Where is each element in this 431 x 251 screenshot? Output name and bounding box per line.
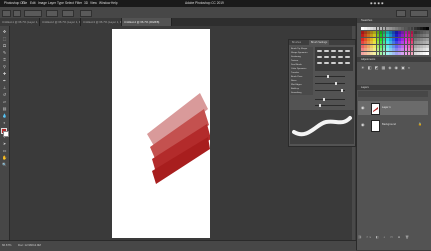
quick-select-tool-icon[interactable]: ✎ [2,50,7,55]
hand-tool-icon[interactable]: ✋ [2,155,7,160]
menu-3d[interactable]: 3D [84,1,88,5]
history-brush-tool-icon[interactable]: ↺ [2,92,7,97]
swatches-panel-header[interactable]: Swatches [357,18,431,23]
clone-stamp-tool-icon[interactable]: ⊥ [2,85,7,90]
layer-action-icons[interactable]: ⛓ fx ◧ ◐ ▭ ⊞ 🗑 [358,235,411,239]
opacity-field[interactable] [46,10,58,17]
eye-icon[interactable]: ◉ [361,122,365,127]
roundness-control[interactable] [315,89,353,92]
layers-footer: ⛓ fx ◧ ◐ ▭ ⊞ 🗑 [358,235,428,241]
layer-name[interactable]: Layer 1 [382,106,391,109]
menu-image[interactable]: Image [38,1,47,5]
crop-tool-icon[interactable]: ⌗ [2,57,7,62]
workspace-dropdown[interactable] [410,10,428,17]
eye-icon[interactable]: ◉ [361,105,365,110]
tab-document-1[interactable]: Untitled-1 @ 66.7% (Layer 1, RGB/8) [0,18,40,26]
layer-row-1[interactable]: ◉ Layer 1 [358,101,428,115]
app-title: Adobe Photoshop CC 2019 [185,1,224,5]
menu-help[interactable]: Help [111,1,118,5]
marquee-tool-icon[interactable]: ⬚ [2,36,7,41]
dodge-tool-icon[interactable]: ◐ [2,120,7,125]
path-select-tool-icon[interactable]: ➤ [2,141,7,146]
search-button[interactable] [396,10,406,17]
size-slider[interactable] [315,75,353,78]
eraser-tool-icon[interactable]: ▱ [2,99,7,104]
flow-field[interactable] [62,10,74,17]
adjustment-icons[interactable]: ☀ ◧ ◩ ▦ ◈ ◉ ▣ ◐ [361,65,427,73]
shape-tool-icon[interactable]: ▭ [2,148,7,153]
brush-panel-header: Brushes Brush Settings [289,40,355,45]
swatches-grid[interactable] [361,27,429,55]
adjustments-panel-header[interactable]: Adjustments [357,57,431,62]
tab-document-4[interactable]: Untitled-4 @ 66.7% (RGB/8) [122,18,172,26]
tab-brushes[interactable]: Brushes [290,40,303,45]
status-bar: 66.67% Doc: 12.9M/12.9M [0,240,356,251]
brush-settings-list: Brush Tip Shape Shape Dynamics Scatterin… [290,47,313,95]
menu-file[interactable]: File [22,1,27,5]
menu-window[interactable]: Window [99,1,110,5]
blur-tool-icon[interactable]: 💧 [2,113,7,118]
tools-panel: ✥ ⬚ ᗝ ✎ ⌗ ⚲ ✚ ✒ ⊥ ↺ ▱ ▤ 💧 ◐ ✑ T ➤ ▭ ✋ 🔍 [0,26,10,240]
eyedropper-tool-icon[interactable]: ⚲ [2,64,7,69]
menu-select[interactable]: Select [65,1,74,5]
layers-blend-row[interactable] [358,91,428,97]
tab-document-3[interactable]: Untitled-3 @ 66.7% (Layer 1, RGB/8) [81,18,122,26]
background-color-swatch[interactable] [3,131,9,137]
layers-panel-header[interactable]: Layers [357,85,431,90]
smoothing-field[interactable] [80,10,92,17]
layer-thumbnail [371,103,380,115]
move-tool-icon[interactable]: ✥ [2,29,7,34]
menu-view[interactable]: View [90,1,97,5]
hardness-slider[interactable] [315,98,353,101]
gradient-tool-icon[interactable]: ▤ [2,106,7,111]
layer-row-background[interactable]: ◉ Background 🔒 [358,118,428,132]
brush-tip-grid[interactable] [315,47,353,71]
doc-info: Doc: 12.9M/12.9M [18,243,41,247]
brush-preset-picker[interactable] [13,10,21,17]
document-tabs: Untitled-1 @ 66.7% (Layer 1, RGB/8) Unti… [0,18,356,26]
healing-tool-icon[interactable]: ✚ [2,71,7,76]
setting-smoothing[interactable]: Smoothing [291,91,312,95]
menu-bar: Photoshop CC File Edit Image Layer Type … [0,0,431,7]
lock-icon: 🔒 [418,122,422,126]
zoom-tool-icon[interactable]: 🔍 [2,162,7,167]
tool-preset-picker[interactable] [2,10,11,17]
brush-strokes [147,93,211,184]
layer-thumbnail [371,120,380,132]
menu-type[interactable]: Type [57,1,64,5]
brush-settings-panel: Brushes Brush Settings Brush Tip Shape S… [288,39,356,147]
menu-edit[interactable]: Edit [30,1,36,5]
status-icons: ◉ ◉ ◉ ◉ [370,1,384,5]
tab-brush-settings[interactable]: Brush Settings [309,40,330,45]
lasso-tool-icon[interactable]: ᗝ [2,43,7,48]
spacing-slider[interactable] [315,104,353,107]
menu-filter[interactable]: Filter [75,1,82,5]
angle-control[interactable] [315,82,353,85]
swatch[interactable] [426,51,429,55]
layer-name[interactable]: Background [382,123,396,126]
zoom-readout[interactable]: 66.67% [2,243,12,247]
brush-stroke-preview [290,110,354,144]
brush-tool-icon[interactable]: ✒ [2,78,7,83]
menu-layer[interactable]: Layer [48,1,56,5]
tab-document-2[interactable]: Untitled-2 @ 66.7% (Layer 1, RGB/8) [40,18,81,26]
mode-dropdown[interactable] [24,10,42,17]
document-canvas[interactable] [112,29,211,238]
preview-stroke-svg [292,116,352,137]
